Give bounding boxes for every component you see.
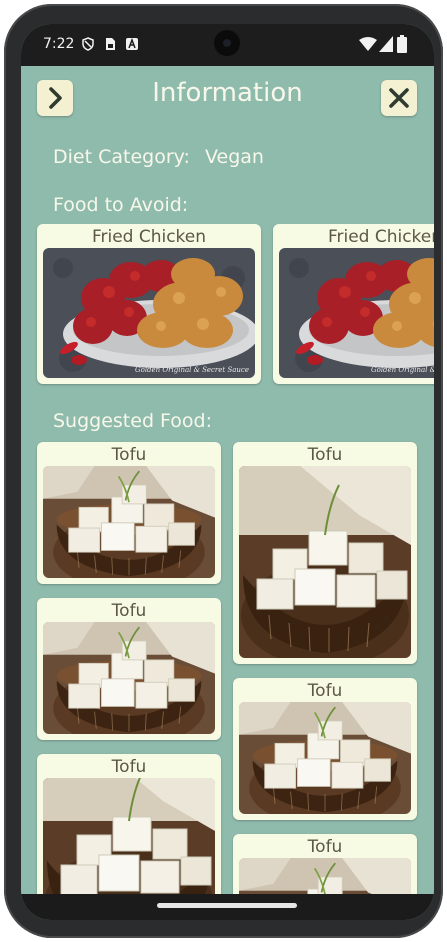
suggested-food-image	[239, 466, 411, 658]
avoid-food-name: Fried Chicken	[327, 227, 434, 247]
app-screen: 7:22 Information Diet Category: Vegan Fo…	[21, 24, 434, 920]
phone-frame: 7:22 Information Diet Category: Vegan Fo…	[4, 4, 443, 938]
a-icon	[126, 37, 138, 50]
diet-category-label: Diet Category:	[53, 146, 190, 168]
wifi-icon	[359, 37, 377, 51]
signal-icon	[379, 36, 393, 52]
suggested-food-image	[43, 622, 215, 734]
food-to-avoid-label: Food to Avoid:	[53, 194, 189, 216]
suggested-card[interactable]: Tofu	[233, 834, 417, 894]
shield-icon	[82, 37, 94, 51]
suggested-food-name: Tofu	[307, 681, 343, 701]
suggested-food-image	[239, 858, 411, 894]
suggested-food-image	[43, 466, 215, 578]
avoid-image-caption: Golden Original & Secret Sauce	[135, 366, 249, 374]
status-time: 7:22	[43, 36, 75, 52]
gesture-navigation-bar	[21, 894, 434, 920]
home-indicator[interactable]	[157, 903, 297, 908]
suggested-card[interactable]: Tofu	[37, 754, 221, 894]
suggested-food-image	[239, 702, 411, 814]
battery-icon	[397, 35, 407, 53]
suggested-food-label: Suggested Food:	[53, 410, 213, 432]
avoid-card[interactable]: Fried Chicken Golden Original & Secret S…	[37, 224, 261, 384]
avoid-image-caption: Golden Original & Secret Sauce	[371, 366, 434, 374]
close-icon	[389, 88, 409, 108]
suggested-food-name: Tofu	[307, 445, 343, 465]
food-to-avoid-carousel[interactable]: Fried Chicken Golden Original & Secret S…	[21, 224, 434, 388]
suggested-food-image	[43, 778, 215, 894]
front-camera	[214, 30, 240, 56]
avoid-food-name: Fried Chicken	[91, 227, 207, 247]
close-button[interactable]	[381, 80, 417, 116]
suggested-card[interactable]: Tofu	[233, 442, 417, 664]
suggested-food-name: Tofu	[111, 757, 147, 777]
status-bar: 7:22	[21, 24, 434, 66]
avoid-food-image: Golden Original & Secret Sauce	[279, 248, 434, 378]
suggested-card[interactable]: Tofu	[37, 442, 221, 584]
page-title: Information	[152, 78, 303, 108]
suggested-card[interactable]: Tofu	[37, 598, 221, 740]
avoid-card[interactable]: Fried Chicken Golden Original & Secret S…	[273, 224, 434, 384]
suggested-food-name: Tofu	[111, 445, 147, 465]
suggested-food-grid[interactable]: Tofu Tofu Tofu Tofu Tofu Tofu	[21, 440, 434, 894]
sim-icon	[106, 38, 115, 50]
suggested-food-name: Tofu	[307, 837, 343, 857]
suggested-food-name: Tofu	[111, 601, 147, 621]
suggested-card[interactable]: Tofu	[233, 678, 417, 820]
avoid-food-image: Golden Original & Secret Sauce	[43, 248, 255, 378]
diet-category-value: Vegan	[205, 146, 264, 168]
